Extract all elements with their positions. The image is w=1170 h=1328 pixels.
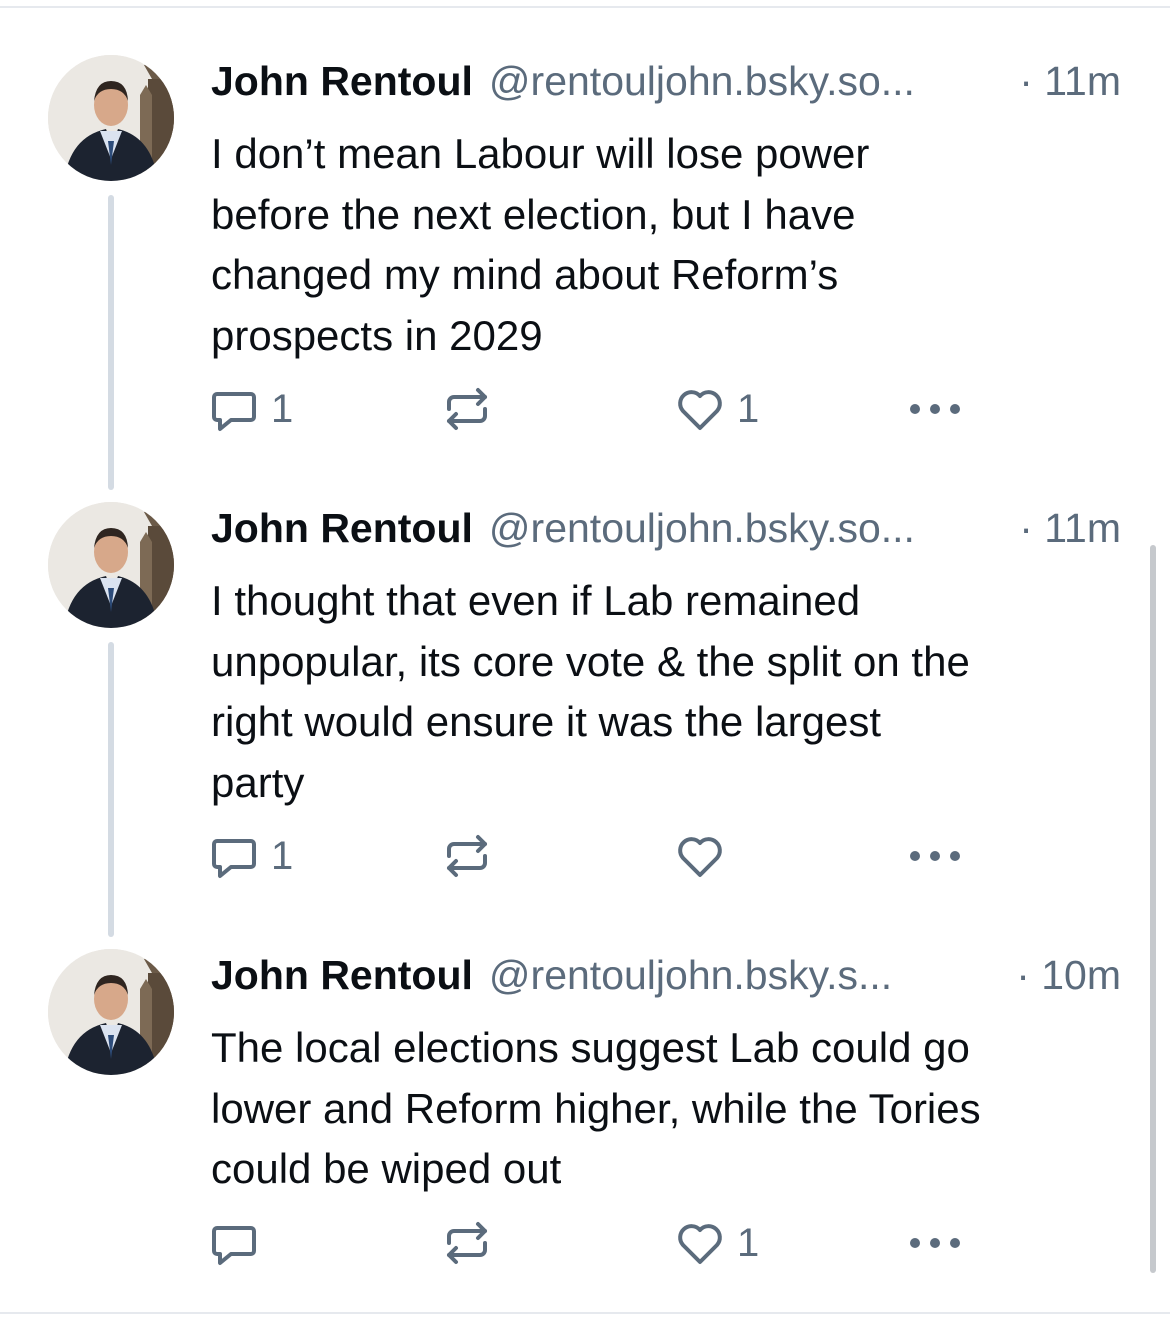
- reply-button[interactable]: 1: [209, 828, 293, 884]
- repost-button[interactable]: [442, 381, 504, 437]
- repost-icon: [442, 1218, 492, 1268]
- thread-connector: [108, 195, 114, 490]
- more-options-button[interactable]: [907, 381, 963, 437]
- repost-icon: [442, 831, 492, 881]
- top-divider: [0, 6, 1170, 8]
- scrollbar[interactable]: [1150, 545, 1156, 1273]
- reply-count: 1: [271, 833, 294, 878]
- author-avatar[interactable]: [48, 502, 174, 628]
- reply-icon: [209, 1218, 259, 1268]
- post-timestamp[interactable]: · 10m: [1016, 952, 1121, 999]
- like-count: 1: [737, 386, 760, 431]
- reply-icon: [209, 384, 259, 434]
- author-name[interactable]: John Rentoul: [211, 58, 473, 105]
- author-handle[interactable]: @rentouljohn.bsky.s...: [489, 952, 892, 999]
- post-actions: 1 1: [0, 381, 1170, 437]
- post-text: I thought that even if Lab remained unpo…: [211, 577, 970, 806]
- reply-count: 1: [271, 386, 294, 431]
- post-header: John Rentoul @rentouljohn.bsky.so... · 1…: [211, 58, 1121, 108]
- reply-button[interactable]: 1: [209, 381, 293, 437]
- author-handle[interactable]: @rentouljohn.bsky.so...: [489, 505, 915, 552]
- like-button[interactable]: 1: [675, 381, 759, 437]
- like-button[interactable]: 1: [675, 1215, 759, 1271]
- post-text: I don’t mean Labour will lose power befo…: [211, 130, 870, 359]
- like-button[interactable]: [675, 828, 737, 884]
- post-header: John Rentoul @rentouljohn.bsky.s... · 10…: [211, 952, 1121, 1002]
- thread-connector: [108, 642, 114, 937]
- post-actions: 1: [0, 1215, 1170, 1271]
- author-avatar[interactable]: [48, 55, 174, 181]
- reply-button[interactable]: [209, 1215, 271, 1271]
- author-name[interactable]: John Rentoul: [211, 952, 473, 999]
- post-header: John Rentoul @rentouljohn.bsky.so... · 1…: [211, 505, 1121, 555]
- more-options-button[interactable]: [907, 1215, 963, 1271]
- author-avatar[interactable]: [48, 949, 174, 1075]
- reply-icon: [209, 831, 259, 881]
- more-options-icon: [907, 846, 963, 866]
- heart-icon: [675, 831, 725, 881]
- repost-icon: [442, 384, 492, 434]
- post-actions: 1: [0, 828, 1170, 884]
- post-timestamp[interactable]: · 11m: [1019, 58, 1121, 105]
- repost-button[interactable]: [442, 1215, 504, 1271]
- post-timestamp[interactable]: · 11m: [1019, 505, 1121, 552]
- heart-icon: [675, 1218, 725, 1268]
- repost-button[interactable]: [442, 828, 504, 884]
- more-options-icon: [907, 1233, 963, 1253]
- author-handle[interactable]: @rentouljohn.bsky.so...: [489, 58, 915, 105]
- more-options-icon: [907, 399, 963, 419]
- like-count: 1: [737, 1220, 760, 1265]
- more-options-button[interactable]: [907, 828, 963, 884]
- bottom-divider: [0, 1312, 1170, 1314]
- post-text: The local elections suggest Lab could go…: [211, 1024, 981, 1192]
- author-name[interactable]: John Rentoul: [211, 505, 473, 552]
- heart-icon: [675, 384, 725, 434]
